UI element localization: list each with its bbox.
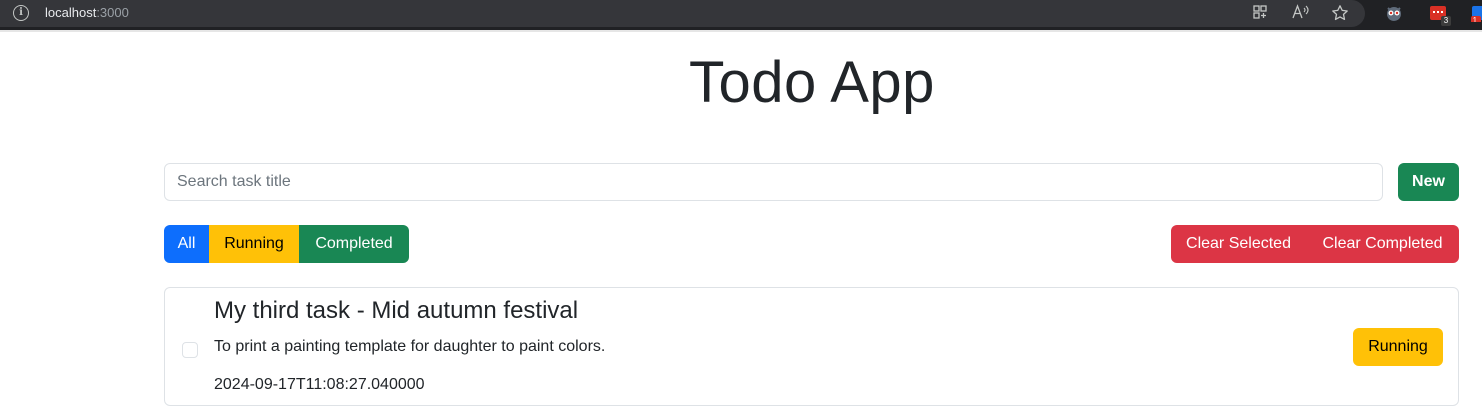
favorite-star-icon[interactable] xyxy=(1331,4,1349,22)
task-description: To print a painting template for daughte… xyxy=(214,338,606,355)
task-timestamp: 2024-09-17T11:08:27.040000 xyxy=(214,376,425,393)
read-aloud-icon[interactable] xyxy=(1291,4,1309,22)
clear-button-group: Clear Selected Clear Completed xyxy=(1171,225,1459,263)
extension-red-icon[interactable]: 3 xyxy=(1429,4,1451,26)
task-title: My third task - Mid autumn festival xyxy=(214,297,579,324)
filter-completed-button[interactable]: Completed xyxy=(299,225,409,263)
info-icon[interactable]: i xyxy=(13,5,29,21)
clear-selected-button[interactable]: Clear Selected xyxy=(1171,225,1306,263)
extension-badge: 1. xyxy=(1471,16,1481,22)
search-input[interactable] xyxy=(164,163,1383,201)
grid-icon[interactable] xyxy=(1251,4,1269,22)
url-host: localhost xyxy=(45,5,97,20)
clear-completed-button[interactable]: Clear Completed xyxy=(1306,225,1459,263)
toolbar-divider xyxy=(0,30,1482,32)
new-task-button[interactable]: New xyxy=(1398,163,1459,201)
task-checkbox[interactable] xyxy=(182,342,198,358)
task-card: My third task - Mid autumn festival To p… xyxy=(164,287,1459,406)
extension-owl-icon[interactable] xyxy=(1385,4,1403,22)
filter-button-group: All Running Completed xyxy=(164,225,409,263)
address-bar[interactable]: i localhost:3000 xyxy=(0,0,1365,27)
filter-all-button[interactable]: All xyxy=(164,225,209,263)
url-port: :3000 xyxy=(96,5,129,20)
page-title: Todo App xyxy=(689,50,935,115)
task-status-button[interactable]: Running xyxy=(1353,328,1443,366)
browser-toolbar: i localhost:3000 3 1. xyxy=(0,0,1482,30)
extension-blue-icon[interactable]: 1. xyxy=(1471,4,1482,22)
extension-badge: 3 xyxy=(1441,16,1451,26)
filter-running-button[interactable]: Running xyxy=(209,225,299,263)
url-text[interactable]: localhost:3000 xyxy=(45,5,129,21)
